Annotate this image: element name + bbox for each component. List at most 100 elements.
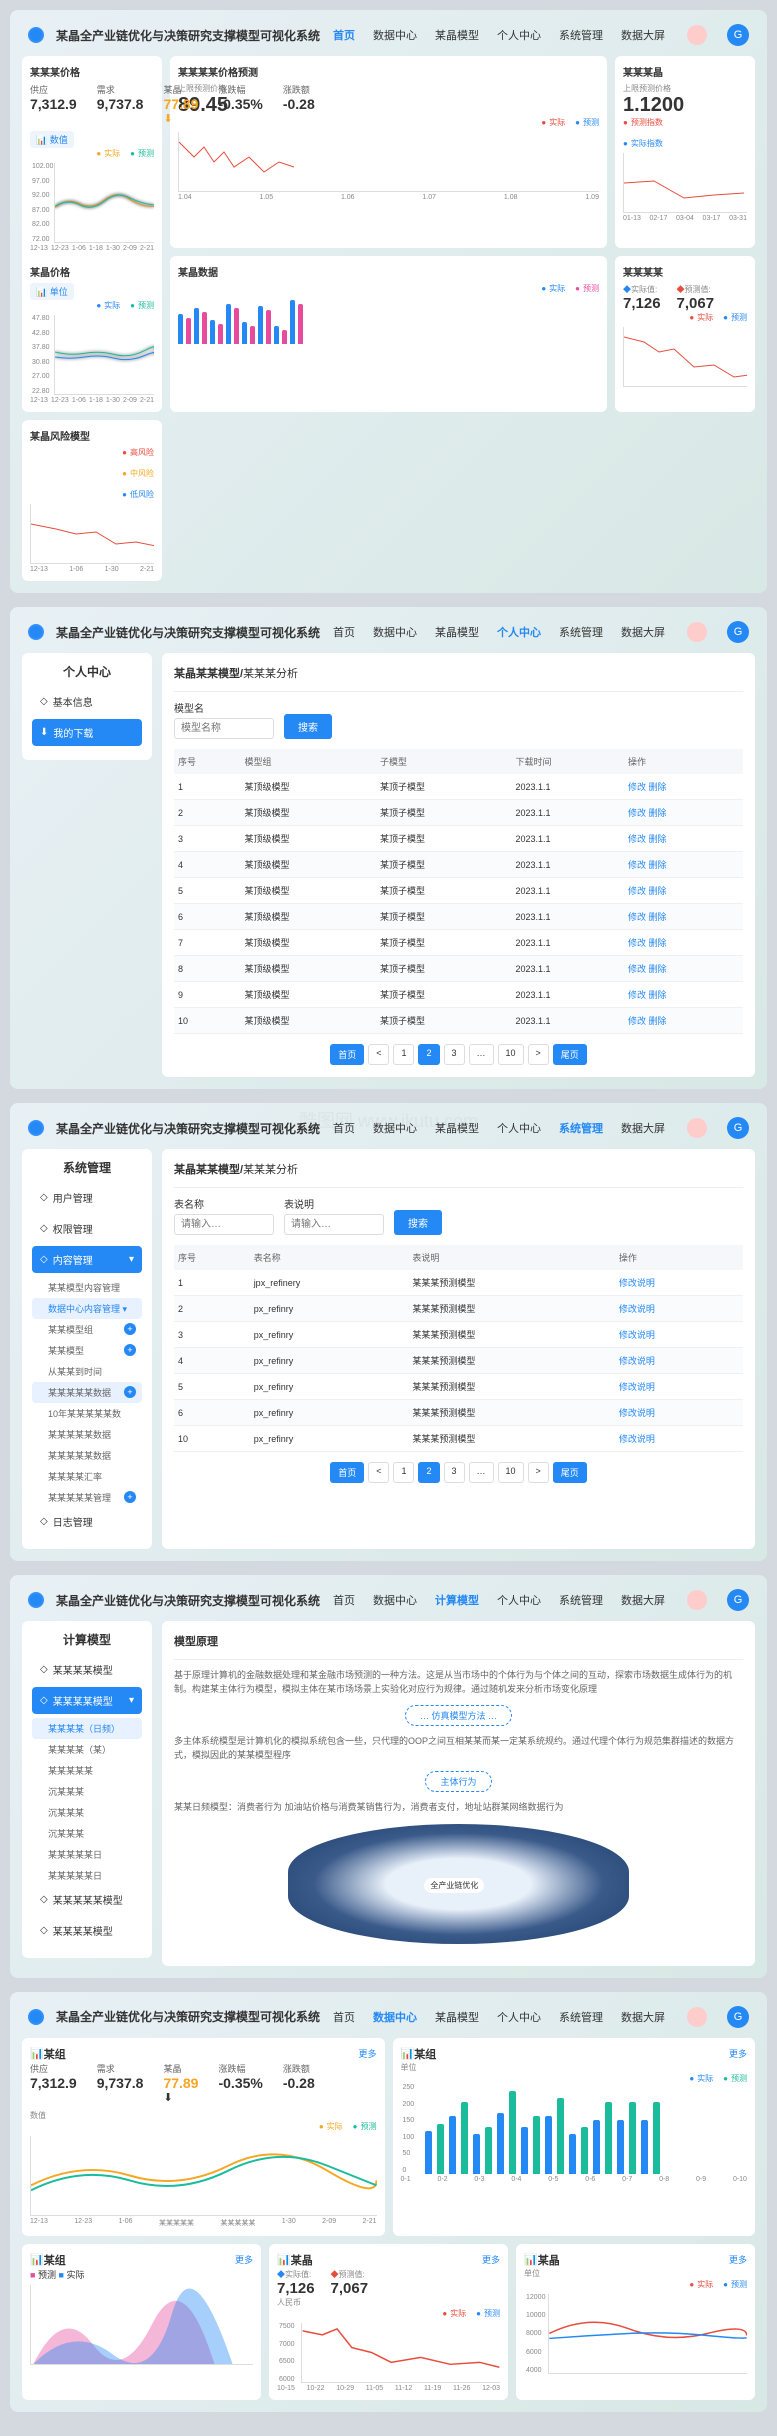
page-1[interactable]: 1 [393,1044,414,1065]
nav-system[interactable]: 系统管理 [559,1120,603,1136]
page-next[interactable]: > [528,1044,549,1065]
nav-home[interactable]: 首页 [333,27,355,43]
nav-personal[interactable]: 个人中心 [497,27,541,43]
action-button[interactable]: G [727,24,749,46]
delete-link[interactable]: 删除 [649,964,667,974]
avatar[interactable] [687,1590,707,1610]
more-link[interactable]: 更多 [729,2253,747,2266]
add-icon[interactable]: + [124,1323,136,1335]
sidebar-item[interactable]: ◇ 某某某某模型 ▾ [32,1687,142,1714]
page-3[interactable]: 3 [444,1462,465,1483]
nav-system[interactable]: 系统管理 [559,1592,603,1608]
tree-item[interactable]: 某某模型+ [32,1340,142,1361]
avatar[interactable] [687,2007,707,2027]
delete-link[interactable]: 删除 [649,938,667,948]
nav-data[interactable]: 数据中心 [373,1592,417,1608]
nav-personal[interactable]: 个人中心 [497,624,541,640]
add-icon[interactable]: + [124,1386,136,1398]
sidebar-item[interactable]: ◇ 某某某某某模型 [32,1886,142,1913]
tree-item[interactable]: 某某某某某日 [32,1844,142,1865]
more-link[interactable]: 更多 [358,2047,376,2060]
nav-data[interactable]: 数据中心 [373,27,417,43]
tree-item[interactable]: 某某某某某数据 [32,1424,142,1445]
edit-link[interactable]: 修改 [628,912,646,922]
nav-model[interactable]: 某晶模型 [435,1120,479,1136]
tree-item[interactable]: 从某某到时间 [32,1361,142,1382]
nav-bigscreen[interactable]: 数据大屏 [621,624,665,640]
pill-behavior[interactable]: 主体行为 [425,1771,491,1792]
nav-personal[interactable]: 个人中心 [497,1120,541,1136]
nav-home[interactable]: 首页 [333,1120,355,1136]
nav-model[interactable]: 某晶模型 [435,27,479,43]
page-1[interactable]: 1 [393,1462,414,1483]
page-2[interactable]: 2 [418,1462,439,1483]
tree-item[interactable]: 沉某某某 [32,1802,142,1823]
search-button[interactable]: 搜索 [394,1210,442,1235]
nav-data[interactable]: 数据中心 [373,2009,417,2025]
edit-desc-link[interactable]: 修改说明 [619,1434,655,1444]
edit-desc-link[interactable]: 修改说明 [619,1356,655,1366]
nav-bigscreen[interactable]: 数据大屏 [621,1592,665,1608]
nav-bigscreen[interactable]: 数据大屏 [621,2009,665,2025]
delete-link[interactable]: 删除 [649,834,667,844]
edit-link[interactable]: 修改 [628,782,646,792]
edit-desc-link[interactable]: 修改说明 [619,1382,655,1392]
table-name-input[interactable] [174,1214,274,1235]
edit-link[interactable]: 修改 [628,964,646,974]
sidebar-item-log[interactable]: ◇ 日志管理 [32,1508,142,1535]
sidebar-item[interactable]: ◇ 某某某某模型 [32,1656,142,1683]
sidebar-item-content[interactable]: ◇ 内容管理 ▾ [32,1246,142,1273]
tree-item[interactable]: 某某某某某日 [32,1865,142,1886]
edit-desc-link[interactable]: 修改说明 [619,1408,655,1418]
add-icon[interactable]: + [124,1491,136,1503]
tree-item[interactable]: 某某某某某数据+ [32,1382,142,1403]
page-prev[interactable]: < [368,1462,389,1483]
more-link[interactable]: 更多 [482,2253,500,2266]
action-button[interactable]: G [727,2006,749,2028]
action-button[interactable]: G [727,621,749,643]
tree-item[interactable]: 10年某某某某某数 [32,1403,142,1424]
tree-item[interactable]: 沉某某某 [32,1823,142,1844]
more-link[interactable]: 更多 [235,2253,253,2266]
more-link[interactable]: 更多 [729,2047,747,2060]
page-first[interactable]: 首页 [330,1462,364,1483]
tree-item[interactable]: 沉某某某 [32,1781,142,1802]
sidebar-item-download[interactable]: ⬇ 我的下载 [32,719,142,746]
page-10[interactable]: 10 [498,1462,524,1483]
nav-bigscreen[interactable]: 数据大屏 [621,27,665,43]
delete-link[interactable]: 删除 [649,782,667,792]
edit-desc-link[interactable]: 修改说明 [619,1278,655,1288]
edit-link[interactable]: 修改 [628,808,646,818]
page-10[interactable]: 10 [498,1044,524,1065]
nav-data[interactable]: 数据中心 [373,624,417,640]
action-button[interactable]: G [727,1117,749,1139]
edit-link[interactable]: 修改 [628,860,646,870]
nav-calc[interactable]: 计算模型 [435,1592,479,1608]
page-prev[interactable]: < [368,1044,389,1065]
action-button[interactable]: G [727,1589,749,1611]
nav-system[interactable]: 系统管理 [559,27,603,43]
page-first[interactable]: 首页 [330,1044,364,1065]
search-button[interactable]: 搜索 [284,714,332,739]
nav-personal[interactable]: 个人中心 [497,1592,541,1608]
tree-item[interactable]: 某某模型内容管理 [32,1277,142,1298]
edit-link[interactable]: 修改 [628,834,646,844]
sidebar-item-basic[interactable]: ◇ 基本信息 [32,688,142,715]
nav-system[interactable]: 系统管理 [559,624,603,640]
page-last[interactable]: 尾页 [553,1044,587,1065]
tree-item-data[interactable]: 数据中心内容管理 ▾ [32,1298,142,1319]
page-next[interactable]: > [528,1462,549,1483]
avatar[interactable] [687,622,707,642]
tree-item[interactable]: 某某某某某 [32,1760,142,1781]
add-icon[interactable]: + [124,1344,136,1356]
model-name-input[interactable] [174,718,274,739]
tree-item[interactable]: 某某某某汇率 [32,1466,142,1487]
delete-link[interactable]: 删除 [649,1016,667,1026]
edit-link[interactable]: 修改 [628,1016,646,1026]
tree-item[interactable]: 某某某某某数据 [32,1445,142,1466]
sidebar-item[interactable]: ◇ 某某某某模型 [32,1917,142,1944]
delete-link[interactable]: 删除 [649,860,667,870]
pill-method[interactable]: … 仿真模型方法 … [405,1705,512,1726]
tree-item[interactable]: 某某某某（某） [32,1739,142,1760]
delete-link[interactable]: 删除 [649,808,667,818]
